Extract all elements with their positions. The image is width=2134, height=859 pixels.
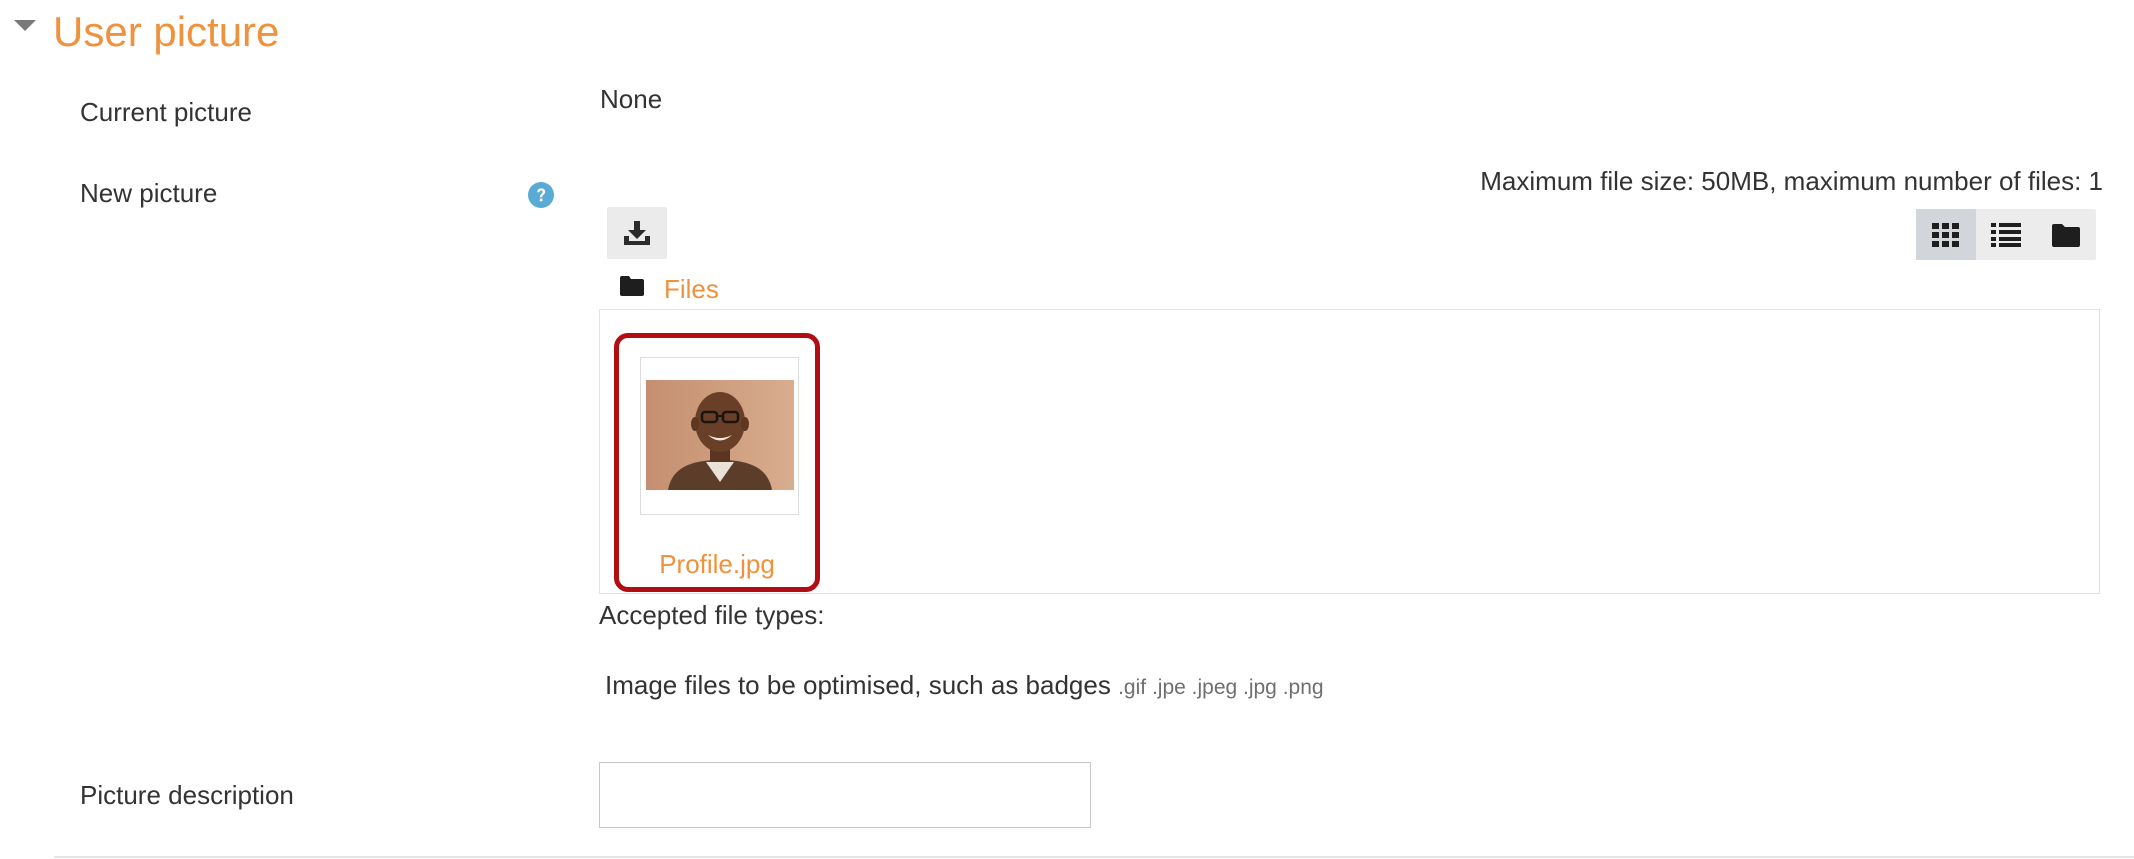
list-icon [1991,222,2021,247]
grid-icon [1932,222,1959,247]
file-name: Profile.jpg [659,549,775,579]
file-drop-area[interactable] [599,309,2100,594]
accepted-types-description: Image files to be optimised, such as bad… [605,670,1111,700]
accepted-extensions: .gif .jpe .jpeg .jpg .png [1118,676,1324,699]
new-picture-label: New picture [80,178,218,208]
folder-icon [2052,223,2080,247]
current-picture-label: Current picture [80,97,252,127]
add-file-button[interactable] [607,207,667,259]
list-view-button[interactable] [1976,209,2036,260]
collapse-toggle-icon[interactable] [14,20,36,31]
accepted-types-line: Image files to be optimised, such as bad… [605,668,1324,705]
file-thumbnail [640,357,799,515]
grid-view-button[interactable] [1916,209,1976,260]
section-divider [54,856,2134,858]
help-icon[interactable] [528,182,554,208]
profile-photo [646,380,794,490]
path-files-link[interactable]: Files [664,272,719,306]
picture-description-label: Picture description [80,780,294,810]
file-item[interactable]: Profile.jpg [614,333,820,592]
max-file-info: Maximum file size: 50MB, maximum number … [1480,166,2103,196]
current-picture-value: None [600,84,663,114]
folder-icon [620,276,644,298]
accepted-types-label: Accepted file types: [599,600,825,630]
picture-description-input[interactable] [599,762,1091,828]
tree-view-button[interactable] [2036,209,2096,260]
view-mode-group [1916,209,2096,260]
section-title[interactable]: User picture [53,6,279,58]
download-icon [624,221,650,245]
